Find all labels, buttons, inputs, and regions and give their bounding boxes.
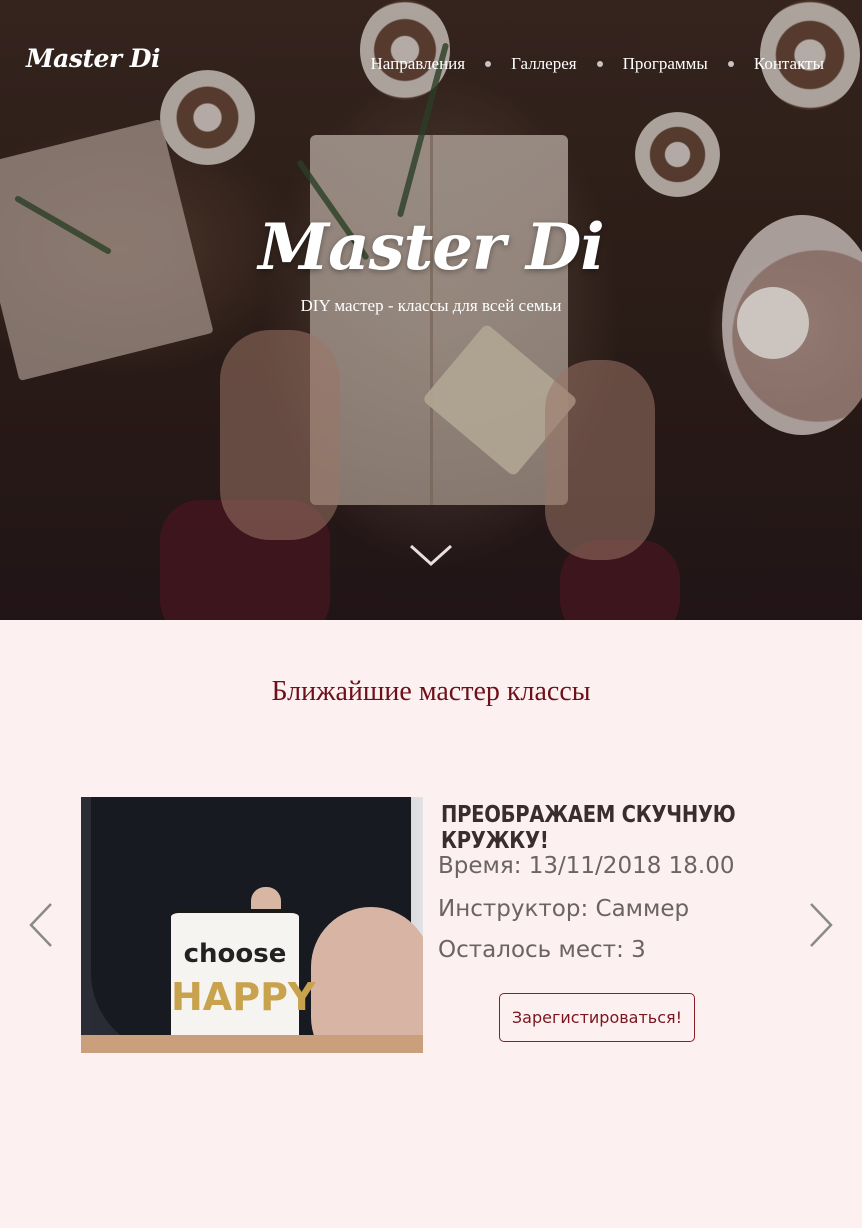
hero-title: Master Di [258, 210, 604, 285]
nav-link-directions[interactable]: Направления [371, 54, 466, 74]
event-instructor: Инструктор: Саммер [438, 896, 690, 922]
main-nav: Направления Галлерея Программы Контакты [371, 54, 824, 74]
mug-text-choose: choose [183, 939, 287, 969]
nav-link-programs[interactable]: Программы [623, 54, 708, 74]
nav-link-contacts[interactable]: Контакты [754, 54, 824, 74]
event-image: choose HAPPY [81, 797, 423, 1053]
chevron-left-icon[interactable] [27, 900, 57, 950]
register-button[interactable]: Зарегистироваться! [499, 993, 695, 1042]
chevron-right-icon[interactable] [805, 900, 835, 950]
event-time: Время: 13/11/2018 18.00 [438, 853, 735, 879]
mug-text-happy: HAPPY [171, 975, 316, 1019]
event-seats: Осталось мест: 3 [438, 937, 646, 963]
nav-separator [596, 61, 603, 67]
mug-image: choose HAPPY [171, 909, 316, 1053]
header-logo[interactable]: Master Di [26, 44, 160, 73]
hero-subtitle: DIY мастер - классы для всей семьи [300, 296, 562, 315]
event-title: ПРЕОБРАЖАЕМ СКУЧНУЮ КРУЖКУ! [441, 802, 736, 854]
nav-separator [727, 61, 734, 67]
section-title: Ближайшие мастер классы [271, 676, 591, 707]
chevron-down-icon[interactable] [408, 540, 454, 570]
hero-section: Master Di Направления Галлерея Программы… [0, 0, 862, 620]
nav-link-gallery[interactable]: Галлерея [511, 54, 576, 74]
table-image [81, 1035, 423, 1053]
page-edge [862, 0, 866, 1228]
hand-image [311, 907, 423, 1053]
nav-separator [485, 61, 492, 67]
